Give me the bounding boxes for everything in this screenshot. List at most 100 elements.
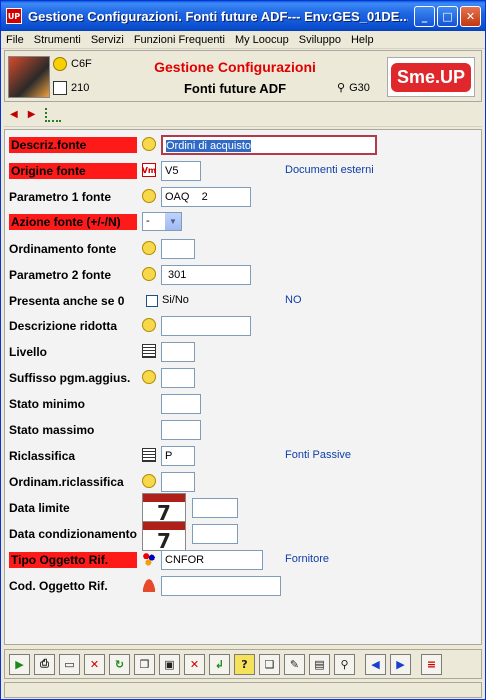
lightbulb-icon[interactable] xyxy=(142,370,156,384)
input-stato-massimo[interactable] xyxy=(161,420,201,440)
input-livello[interactable] xyxy=(161,342,195,362)
header-code-3: ⚲ G30 xyxy=(337,81,370,95)
menu-servizi[interactable]: Servizi xyxy=(86,34,129,46)
input-parametro2[interactable]: 301 xyxy=(161,265,251,285)
label-riclassifica: Riclassifica xyxy=(9,449,76,463)
row-descriz-fonte: Descriz.fonte Ordini di acquisto xyxy=(5,134,481,156)
objects-icon[interactable] xyxy=(142,552,156,566)
delete-icon[interactable]: ✕ xyxy=(84,653,105,675)
calendar-icon[interactable]: 7 xyxy=(142,493,186,523)
input-ordinamento[interactable] xyxy=(161,239,195,259)
chevron-down-icon[interactable]: ▼ xyxy=(165,213,181,230)
refresh-icon[interactable]: ↻ xyxy=(109,653,130,675)
input-descriz-fonte[interactable]: Ordini di acquisto xyxy=(161,135,377,155)
input-parametro1[interactable]: OAQ 2 xyxy=(161,187,251,207)
checkbox-presenta[interactable] xyxy=(146,295,158,307)
input-suffisso[interactable] xyxy=(161,368,195,388)
header-panel: C6F 210 Gestione Configurazioni Fonti fu… xyxy=(4,50,482,102)
edit-icon[interactable]: ✎ xyxy=(284,653,305,675)
vm-icon[interactable]: Vm xyxy=(142,163,156,177)
label-descrizione-ridotta: Descrizione ridotta xyxy=(9,319,118,333)
search-icon[interactable]: ⚲ xyxy=(334,653,355,675)
tree-icon[interactable] xyxy=(45,107,62,122)
back-arrow-icon[interactable]: ↲ xyxy=(209,653,230,675)
desc-origine-fonte: Documenti esterni xyxy=(285,164,374,176)
image-icon[interactable]: ▤ xyxy=(309,653,330,675)
row-cod-oggetto: Cod. Oggetto Rif. xyxy=(5,575,481,597)
row-stato-minimo: Stato minimo xyxy=(5,393,481,415)
select-azione-fonte-value: - xyxy=(146,215,150,227)
row-parametro2: Parametro 2 fonte 301 xyxy=(5,264,481,286)
app-window: UP Gestione Configurazioni. Fonti future… xyxy=(0,0,486,700)
list-icon[interactable] xyxy=(142,344,156,358)
label-ordinam-riclassifica: Ordinam.riclassifica xyxy=(9,475,124,489)
cancel-doc-icon[interactable]: ✕ xyxy=(184,653,205,675)
person-icon[interactable] xyxy=(142,578,156,592)
label-presenta: Presenta anche se 0 xyxy=(9,294,125,308)
row-parametro1: Parametro 1 fonte OAQ 2 xyxy=(5,186,481,208)
calendar-icon[interactable]: 7 xyxy=(142,521,186,551)
label-stato-minimo: Stato minimo xyxy=(9,397,86,411)
select-azione-fonte[interactable]: - ▼ xyxy=(142,212,182,231)
input-stato-minimo[interactable] xyxy=(161,394,201,414)
menu-icon[interactable]: ≡ xyxy=(421,653,442,675)
lightbulb-icon[interactable] xyxy=(142,241,156,255)
help-icon[interactable]: ? xyxy=(234,653,255,675)
input-data-limite[interactable] xyxy=(192,498,238,518)
input-ordinam-riclassifica[interactable] xyxy=(161,472,195,492)
lightbulb-icon[interactable] xyxy=(142,267,156,281)
lightbulb-icon[interactable] xyxy=(142,318,156,332)
lightbulb-icon[interactable] xyxy=(142,474,156,488)
save-icon[interactable]: ▣ xyxy=(159,653,180,675)
label-descriz-fonte: Descriz.fonte xyxy=(9,137,137,153)
next-icon[interactable]: ▶ xyxy=(390,653,411,675)
label-data-condizionamento: Data condizionamento xyxy=(9,527,138,541)
prev-icon[interactable]: ◀ xyxy=(365,653,386,675)
label-livello: Livello xyxy=(9,345,48,359)
label-parametro1: Parametro 1 fonte xyxy=(9,190,112,204)
input-cod-oggetto[interactable] xyxy=(161,576,281,596)
maximize-button[interactable]: □ xyxy=(437,6,458,27)
input-data-condizionamento[interactable] xyxy=(192,524,238,544)
input-origine-fonte[interactable]: V5 xyxy=(161,161,201,181)
menu-my-loocup[interactable]: My Loocup xyxy=(230,34,294,46)
menu-help[interactable]: Help xyxy=(346,34,379,46)
calendar-day: 7 xyxy=(157,501,171,523)
copy-icon[interactable]: ❐ xyxy=(134,653,155,675)
menu-sviluppo[interactable]: Sviluppo xyxy=(294,34,346,46)
input-descriz-fonte-value: Ordini di acquisto xyxy=(166,140,251,152)
close-button[interactable]: ✕ xyxy=(460,6,481,27)
duplicate-icon[interactable]: ❏ xyxy=(259,653,280,675)
form-panel: Descriz.fonte Ordini di acquisto Origine… xyxy=(4,129,482,645)
window-title: Gestione Configurazioni. Fonti future AD… xyxy=(28,8,408,24)
header-code-1-text: C6F xyxy=(71,58,92,70)
row-ordinamento: Ordinamento fonte xyxy=(5,238,481,260)
label-origine-fonte: Origine fonte xyxy=(9,163,137,179)
header-image xyxy=(8,56,50,98)
lightbulb-icon[interactable] xyxy=(142,189,156,203)
label-azione-fonte: Azione fonte (+/-/N) xyxy=(9,214,137,230)
input-tipo-oggetto[interactable]: CNFOR xyxy=(161,550,263,570)
input-descrizione-ridotta[interactable] xyxy=(161,316,251,336)
prev-arrow-icon[interactable]: ◀ xyxy=(10,109,18,120)
lightbulb-icon[interactable] xyxy=(142,137,156,151)
print-icon[interactable]: ⎙ xyxy=(34,653,55,675)
menu-strumenti[interactable]: Strumenti xyxy=(29,34,86,46)
app-icon: UP xyxy=(6,8,22,24)
menu-funzioni-frequenti[interactable]: Funzioni Frequenti xyxy=(129,34,230,46)
row-tipo-oggetto: Tipo Oggetto Rif. CNFOR Fornitore xyxy=(5,549,481,571)
run-icon[interactable]: ▶ xyxy=(9,653,30,675)
minimize-button[interactable]: _ xyxy=(414,6,435,27)
brand-logo: Sme.UP xyxy=(387,57,475,97)
row-suffisso: Suffisso pgm.aggius. xyxy=(5,367,481,389)
next-arrow-icon[interactable]: ▶ xyxy=(28,109,36,120)
list-icon[interactable] xyxy=(142,448,156,462)
input-riclassifica[interactable]: P xyxy=(161,446,195,466)
open-icon[interactable]: ▭ xyxy=(59,653,80,675)
header-title: Gestione Configurazioni xyxy=(154,59,316,75)
calendar-day: 7 xyxy=(157,529,171,551)
header-code-3-text: G30 xyxy=(349,81,370,94)
row-stato-massimo: Stato massimo xyxy=(5,419,481,441)
menu-file[interactable]: File xyxy=(1,34,29,46)
desc-presenta: NO xyxy=(285,294,302,306)
